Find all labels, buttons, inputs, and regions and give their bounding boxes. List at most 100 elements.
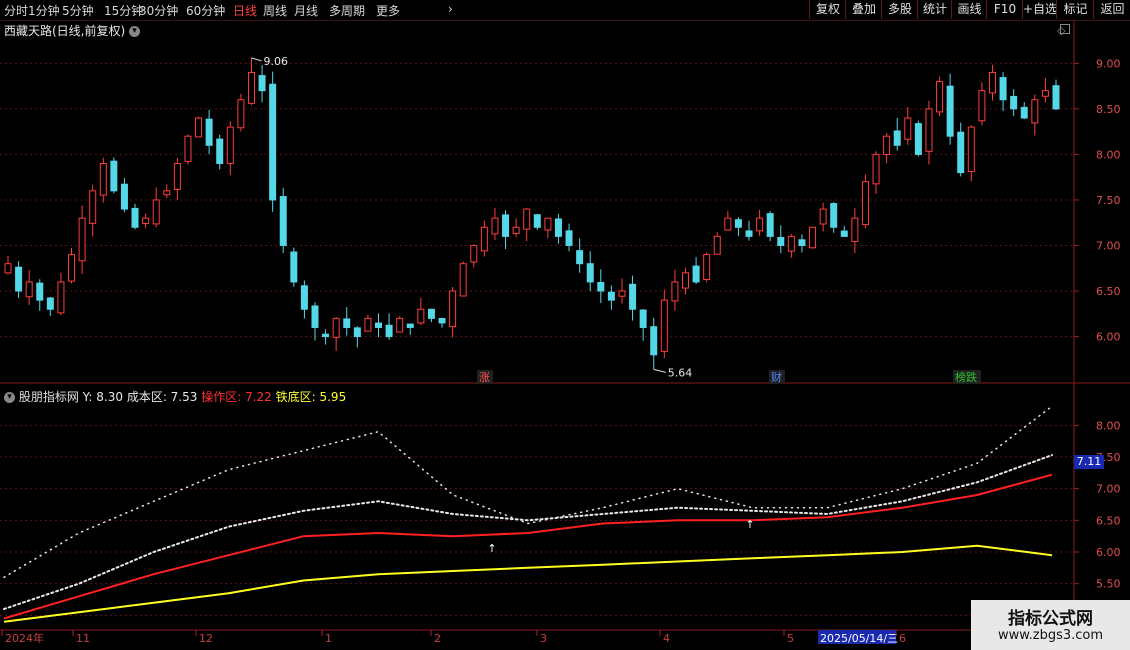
candle-body <box>777 237 785 246</box>
x-tick-label: 2 <box>434 632 441 645</box>
candle-body <box>353 327 361 338</box>
candle-body <box>872 153 880 185</box>
candle-body <box>449 290 457 328</box>
high-label: 9.06 <box>263 55 288 68</box>
candle-body <box>819 208 827 225</box>
indicator-tick-label: 7.00 <box>1096 483 1121 496</box>
x-tick-label: 2025/05/14/三 <box>820 632 898 645</box>
candle-body <box>322 333 330 338</box>
chart-area[interactable]: 9.00 8.50 8.00 7.50 7.00 6.50 6.00 9.06 5.64 涨 财 榜跌… <box>0 0 1130 650</box>
chevron-down-icon[interactable]: ▾ <box>4 392 15 403</box>
candle-body <box>713 235 721 255</box>
high-pointer <box>251 57 262 62</box>
price-tick-label: 7.50 <box>1096 194 1121 207</box>
candle-body <box>1041 90 1049 97</box>
low-pointer <box>653 368 666 373</box>
candle-body <box>396 317 404 333</box>
candle-body <box>586 263 594 283</box>
candle-body <box>99 163 107 196</box>
candle-body <box>840 230 848 237</box>
candle-body <box>417 308 425 324</box>
candle-body <box>311 305 319 328</box>
signal-label: 榜跌 <box>955 370 977 384</box>
x-tick-label: 1 <box>325 632 332 645</box>
candle-body <box>364 317 372 332</box>
candle-body <box>142 217 150 225</box>
candle-body <box>46 297 54 310</box>
candle-body <box>258 75 266 92</box>
up-arrow-icon: ↑ <box>487 542 496 555</box>
candle-body <box>883 135 891 156</box>
candle-body <box>893 130 901 146</box>
x-tick-label: 11 <box>76 632 90 645</box>
candle-body <box>184 135 192 162</box>
indicator-tick-label: 5.50 <box>1096 578 1121 591</box>
candle-body <box>830 203 838 228</box>
candle-body <box>650 326 658 356</box>
candle-body <box>681 272 689 289</box>
indicator-series <box>3 473 1053 620</box>
candle-body <box>343 318 351 328</box>
price-tick-label: 6.00 <box>1096 331 1121 344</box>
candle-body <box>459 263 467 297</box>
candle-body <box>15 266 23 292</box>
candle-body <box>470 244 478 263</box>
x-tick-label: 3 <box>540 632 547 645</box>
candle-body <box>607 291 615 301</box>
candle-body <box>502 214 510 237</box>
candle-body <box>978 90 986 122</box>
x-tick-label: 2024年 <box>5 631 44 645</box>
candle-body <box>787 235 795 252</box>
candle-body <box>332 317 340 338</box>
candle-body <box>120 183 128 210</box>
candle-body <box>110 160 118 192</box>
candle-body <box>237 99 245 129</box>
candle-body <box>533 214 541 228</box>
candle-body <box>131 207 139 228</box>
candle-body <box>734 219 742 228</box>
candle-body <box>68 254 76 282</box>
up-arrow-icon: ↑ <box>745 518 754 531</box>
indicator-title: ▾ 股朋指标网 Y: 8.30 成本区: 7.53 操作区: 7.22 铁底区:… <box>4 388 346 405</box>
candle-body <box>554 218 562 237</box>
candle-body <box>163 190 171 196</box>
indicator-name: 股朋指标网 <box>18 390 79 404</box>
price-tick-label: 7.00 <box>1096 239 1121 252</box>
candle-body <box>406 323 414 328</box>
indicator-op-label: 操作区: 7.22 <box>201 390 272 404</box>
candle-body <box>999 77 1007 101</box>
current-value-tag: 7.11 <box>1074 455 1104 469</box>
candle-body <box>427 308 435 319</box>
candle-body <box>512 226 520 234</box>
candle-body <box>639 309 647 328</box>
candle-body <box>914 123 922 155</box>
candle-body <box>576 250 584 265</box>
candle-body <box>1010 95 1018 110</box>
candle-body <box>205 118 213 146</box>
low-label: 5.64 <box>668 366 693 379</box>
candle-body <box>1020 106 1028 119</box>
signal-label: 涨 <box>479 371 490 384</box>
candle-body <box>279 196 287 246</box>
x-tick-label: 6 <box>899 632 906 645</box>
candle-body <box>904 117 912 140</box>
x-tick-label: 5 <box>787 632 794 645</box>
candle-body <box>618 290 626 297</box>
candle-body <box>766 213 774 237</box>
watermark-url: www.zbgs3.com <box>997 628 1104 643</box>
watermark-name: 指标公式网 <box>1008 609 1093 629</box>
candle-body <box>25 281 33 298</box>
candle-body <box>491 217 499 235</box>
candle-body <box>300 285 308 310</box>
price-tick-label: 8.00 <box>1096 148 1121 161</box>
candle-body <box>1052 85 1060 110</box>
indicator-y-label: Y: 8.30 <box>82 390 123 404</box>
candle-body <box>290 251 298 283</box>
candle-body <box>385 324 393 338</box>
price-tick-label: 6.50 <box>1096 285 1121 298</box>
candle-body <box>745 230 753 237</box>
candle-body <box>523 208 531 230</box>
candle-body <box>703 254 711 281</box>
indicator-tick-label: 8.00 <box>1096 419 1121 432</box>
candle-body <box>4 263 12 274</box>
